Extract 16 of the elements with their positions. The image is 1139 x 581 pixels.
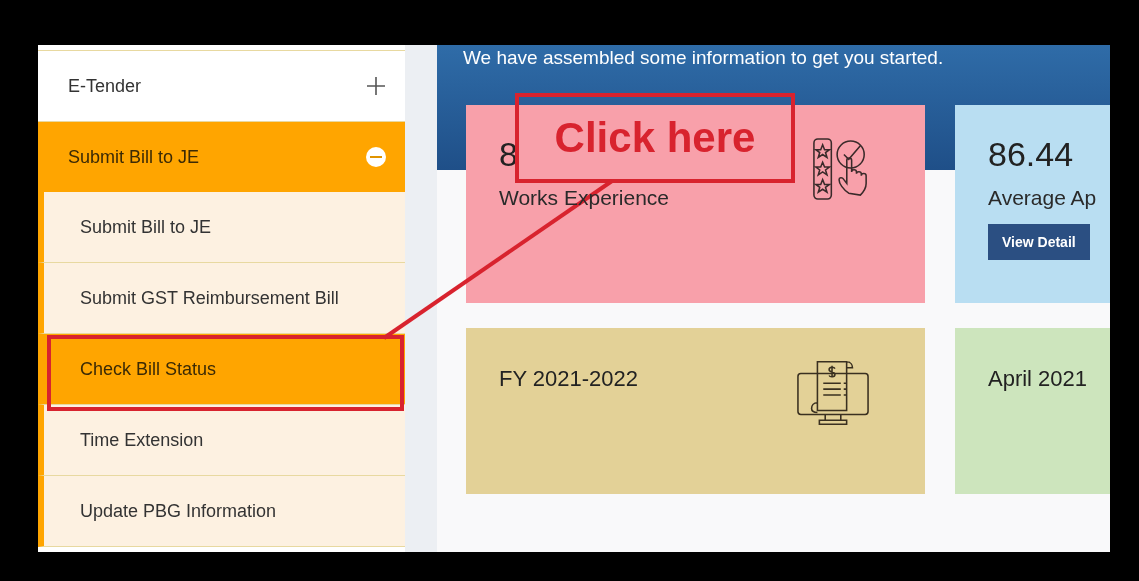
- card-value: April 2021: [988, 366, 1088, 392]
- rating-hand-icon: [812, 135, 870, 203]
- banner-text: We have assembled some information to get you started.: [463, 46, 944, 69]
- collapse-icon[interactable]: [365, 146, 387, 168]
- menu-item[interactable]: Submit Bill to JE: [38, 121, 405, 192]
- card-label: Average Ap: [988, 186, 1097, 210]
- card-value: 86.44: [988, 135, 1074, 174]
- expand-icon[interactable]: [365, 75, 387, 97]
- card-value: FY 2021-2022: [499, 366, 639, 392]
- submenu-item[interactable]: Check Bill Status: [38, 334, 405, 405]
- callout-label: Click here: [515, 93, 795, 183]
- view-detail-button[interactable]: View Detail: [988, 224, 1090, 260]
- submenu-item[interactable]: Time Extension: [38, 405, 405, 476]
- submenu-item[interactable]: Submit Bill to JE: [38, 192, 405, 263]
- submenu-item[interactable]: Update PBG Information: [38, 476, 405, 547]
- submenu-item[interactable]: Submit GST Reimbursement Bill: [38, 263, 405, 334]
